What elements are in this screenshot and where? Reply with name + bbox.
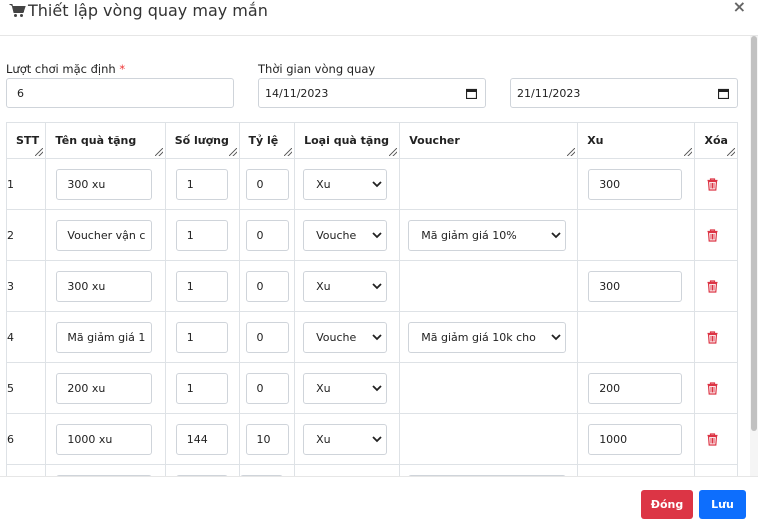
chevron-down-icon xyxy=(372,331,382,344)
xu-input[interactable]: 1000 xyxy=(588,423,683,455)
rate-input[interactable]: 0 xyxy=(245,372,289,404)
chevron-down-icon xyxy=(551,229,561,242)
row-stt: 2 xyxy=(5,209,47,261)
rate-input[interactable]: 0 xyxy=(245,321,289,353)
close-icon[interactable]: × xyxy=(733,0,746,15)
gift-type-value: Xu xyxy=(316,381,331,395)
gift-type-select[interactable]: Xu xyxy=(303,423,388,455)
time-label: Thời gian vòng quay xyxy=(258,62,376,76)
gift-name-input[interactable]: 300 xu xyxy=(56,270,153,302)
dialog-title-text: Thiết lập vòng quay may mắn xyxy=(28,1,268,20)
gift-type-value: Vouche xyxy=(316,228,357,242)
dialog-header: Thiết lập vòng quay may mắn × xyxy=(0,0,758,36)
quantity-input[interactable]: 1 xyxy=(175,219,228,251)
rate-input[interactable]: 0 xyxy=(245,168,289,200)
row-stt: 5 xyxy=(5,362,47,414)
gift-name-input[interactable]: 1000 xu xyxy=(56,423,153,455)
header-quantity: Số lượng xyxy=(164,122,240,159)
calendar-icon[interactable] xyxy=(466,88,477,99)
table-row: 4 Mã giảm giá 1 1 0 Vouche Mã giảm giá 10k ch… xyxy=(5,311,738,363)
header-xu: Xu xyxy=(577,122,696,159)
chevron-down-icon xyxy=(372,382,382,395)
default-plays-input[interactable]: 6 xyxy=(6,78,234,108)
end-date-input[interactable]: 21/11/2023 xyxy=(510,78,738,108)
quantity-input[interactable]: 1 xyxy=(175,270,228,302)
voucher-select[interactable]: Mã giảm giá 10% xyxy=(408,219,567,251)
scrollbar[interactable] xyxy=(750,36,758,476)
gift-type-select[interactable]: Xu xyxy=(303,270,388,302)
trash-icon[interactable] xyxy=(695,177,737,191)
gift-name-input[interactable]: Mã giảm giá 1 xyxy=(56,321,153,353)
gift-type-value: Xu xyxy=(316,279,331,293)
gift-type-select[interactable]: Xu xyxy=(303,372,388,404)
table-row: 5 200 xu 1 0 Xu 200 xyxy=(5,362,738,414)
quantity-input[interactable]: 144 xyxy=(175,423,228,455)
header-rate: Tỷ lệ xyxy=(238,122,296,159)
plays-label-text: Lượt chơi mặc định xyxy=(6,62,116,76)
chevron-down-icon xyxy=(372,280,382,293)
plays-label: Lượt chơi mặc định * xyxy=(6,62,125,76)
rate-input[interactable]: 0 xyxy=(245,219,289,251)
xu-input[interactable]: 300 xyxy=(588,270,683,302)
xu-input[interactable]: 200 xyxy=(588,372,683,404)
gift-type-value: Xu xyxy=(316,432,331,446)
quantity-input[interactable]: 1 xyxy=(175,321,228,353)
rate-input[interactable]: 0 xyxy=(245,270,289,302)
quantity-input[interactable]: 1 xyxy=(175,168,228,200)
quantity-input[interactable]: 1 xyxy=(175,372,228,404)
gift-type-select[interactable]: Vouche xyxy=(303,219,388,251)
end-date-value: 21/11/2023 xyxy=(517,86,581,100)
table-row: 3 300 xu 1 0 Xu 300 xyxy=(5,260,738,312)
header-gift-name: Tên quà tặng xyxy=(45,122,166,159)
trash-icon[interactable] xyxy=(695,228,737,242)
chevron-down-icon xyxy=(372,229,382,242)
table-row xyxy=(5,464,738,476)
required-mark: * xyxy=(119,62,126,76)
gift-table: STT Tên quà tặng Số lượng Tỷ lệ Loại quà… xyxy=(5,122,738,476)
table-row: 1 300 xu 1 0 Xu 300 xyxy=(5,158,738,210)
table-row: 2 Voucher vận c 1 0 Vouche Mã giảm giá 10% xyxy=(5,209,738,261)
row-stt: 3 xyxy=(5,260,47,312)
trash-icon[interactable] xyxy=(695,381,737,395)
voucher-select[interactable]: Mã giảm giá 10k cho xyxy=(408,321,567,353)
gift-type-value: Xu xyxy=(316,177,331,191)
trash-icon[interactable] xyxy=(695,330,737,344)
table-row: 6 1000 xu 144 10 Xu 1000 xyxy=(5,413,738,465)
calendar-icon[interactable] xyxy=(718,88,729,99)
start-date-value: 14/11/2023 xyxy=(265,86,329,100)
trash-icon[interactable] xyxy=(695,279,737,293)
gift-type-select[interactable]: Vouche xyxy=(303,321,388,353)
row-stt: 6 xyxy=(5,413,47,465)
start-date-input[interactable]: 14/11/2023 xyxy=(258,78,486,108)
header-stt: STT xyxy=(5,122,47,159)
scrollbar-thumb[interactable] xyxy=(751,36,757,431)
save-button[interactable]: Lưu xyxy=(699,490,746,519)
dialog-title: Thiết lập vòng quay may mắn xyxy=(9,1,268,20)
rate-input[interactable]: 10 xyxy=(245,423,289,455)
voucher-value: Mã giảm giá 10% xyxy=(421,228,517,242)
header-delete: Xóa xyxy=(694,122,738,159)
shopping-cart-icon xyxy=(9,3,26,18)
dialog-footer: Đóng Lưu xyxy=(0,476,758,529)
row-stt: 1 xyxy=(5,158,47,210)
gift-name-input[interactable]: 200 xu xyxy=(56,372,153,404)
chevron-down-icon xyxy=(372,433,382,446)
table-header-row: STT Tên quà tặng Số lượng Tỷ lệ Loại quà… xyxy=(5,122,738,159)
xu-input[interactable]: 300 xyxy=(588,168,683,200)
trash-icon[interactable] xyxy=(695,432,737,446)
gift-name-input[interactable]: Voucher vận c xyxy=(56,219,153,251)
header-gift-type: Loại quà tặng xyxy=(294,122,401,159)
gift-name-input[interactable]: 300 xu xyxy=(56,168,153,200)
header-voucher: Voucher xyxy=(399,122,579,159)
voucher-value: Mã giảm giá 10k cho xyxy=(421,330,536,344)
chevron-down-icon xyxy=(372,178,382,191)
chevron-down-icon xyxy=(551,331,561,344)
gift-type-value: Vouche xyxy=(316,330,357,344)
gift-type-select[interactable]: Xu xyxy=(303,168,388,200)
dialog-body: Lượt chơi mặc định * 6 Thời gian vòng qu… xyxy=(0,36,750,476)
row-stt: 4 xyxy=(5,311,47,363)
close-button[interactable]: Đóng xyxy=(641,490,693,519)
